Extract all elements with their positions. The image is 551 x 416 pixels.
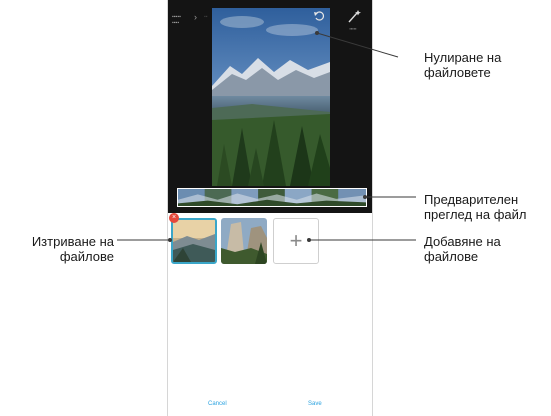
callout-reset: Нулиране на файловете xyxy=(424,50,502,80)
callout-add: Добавяне на файлове xyxy=(424,234,501,264)
callout-delete: Изтриване на файлове xyxy=(31,234,114,264)
callout-preview: Предварителен преглед на файл xyxy=(424,192,527,222)
